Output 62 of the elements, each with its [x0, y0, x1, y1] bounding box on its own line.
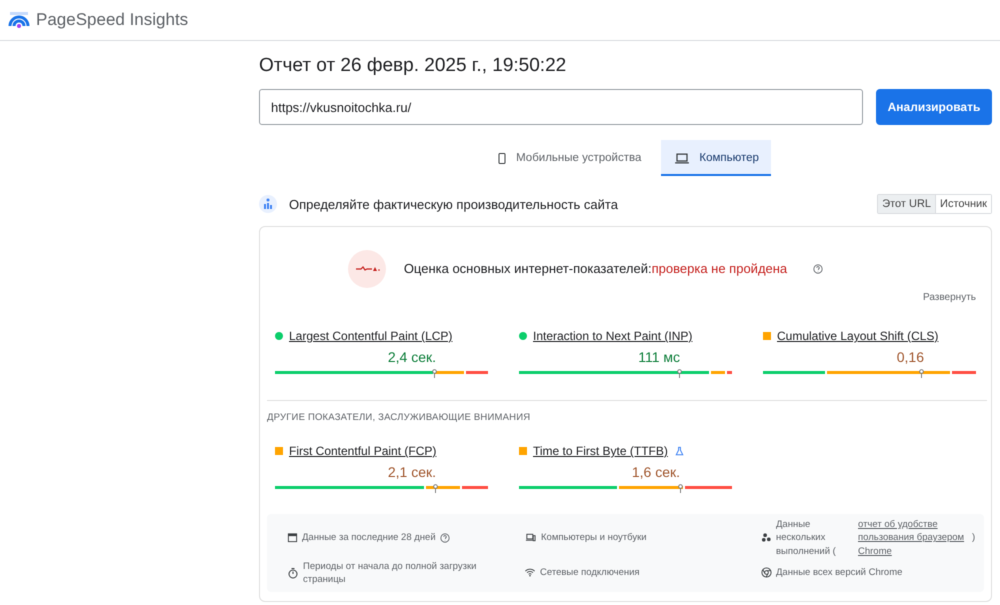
scope-toggle[interactable]: Этот URL [878, 195, 936, 213]
marker-icon [676, 369, 682, 378]
laptop-icon [673, 150, 692, 166]
average-status-icon [763, 332, 771, 340]
marker-icon [918, 369, 924, 378]
good-status-icon [275, 332, 283, 340]
metric-value: 0,16 [896, 349, 924, 365]
metric-name[interactable]: Time to First Byte (TTFB) [533, 444, 668, 458]
timer-icon [287, 566, 299, 579]
distribution-segment [462, 486, 488, 489]
info-text: Данные нескольких выполнений ( [776, 518, 837, 558]
section-title: Определяйте фактическую производительность сайта [289, 196, 619, 212]
metric-name[interactable]: Cumulative Layout Shift (CLS) [777, 329, 938, 343]
wifi-icon [524, 567, 536, 578]
good-status-icon [519, 332, 527, 340]
average-status-icon [519, 447, 527, 455]
distribution-segment [952, 371, 976, 374]
calendar-icon [287, 532, 298, 544]
distribution-segment [710, 371, 726, 374]
devices-icon [524, 532, 537, 544]
crux-link[interactable]: отчет об удобстве пользования браузером Chrome [858, 518, 966, 558]
device-tab[interactable]: Мобильные устройства [484, 140, 654, 176]
info-text: Данные за последние 28 дней [302, 531, 436, 545]
distribution-segment [763, 371, 825, 374]
flask-icon [674, 446, 685, 456]
marker-icon [432, 369, 437, 378]
closing-paren: ) [972, 531, 976, 545]
metric-name[interactable]: First Contentful Paint (FCP) [289, 444, 436, 458]
metric-value: 111 мс [638, 349, 680, 365]
metric-name[interactable]: Interaction to Next Paint (INP) [533, 329, 692, 343]
distribution-segment [684, 486, 732, 489]
distribution-segment [434, 371, 464, 374]
distribution-segment [727, 371, 732, 374]
help-icon [813, 264, 824, 274]
average-status-icon [275, 447, 283, 455]
analyze-button[interactable]: Анализировать [876, 89, 992, 125]
distribution-segment [426, 486, 460, 489]
metric-name[interactable]: Largest Contentful Paint (LCP) [289, 329, 452, 343]
expand-button[interactable]: Развернуть [922, 292, 984, 303]
info-text: Компьютеры и ноутбуки [541, 531, 647, 545]
other-metrics-heading: ДРУГИЕ ПОКАЗАТЕЛИ, ЗАСЛУЖИВАЮЩИЕ ВНИМАНИЯ [267, 412, 532, 423]
url-field[interactable]: https://vkusnoitochka.ru/ [259, 89, 863, 125]
device-tab[interactable]: Компьютер [661, 140, 771, 176]
marker-icon [432, 484, 438, 493]
report-title: Отчет от 26 февр. 2025 г., 19:50:22 [259, 55, 568, 77]
metric-value: 2,4 сек. [388, 349, 436, 365]
info-text: Сетевые подключения [540, 566, 640, 580]
help-icon [440, 532, 450, 543]
users-chart-icon [259, 195, 277, 213]
chrome-icon [761, 567, 772, 578]
info-text: Данные всех версий Chrome [776, 566, 902, 580]
distribution-segment [466, 371, 488, 374]
metric-value: 1,6 сек. [632, 464, 680, 480]
logo-icon [8, 11, 30, 29]
assessment-label: Оценка основных интернет-показателей: [404, 261, 652, 276]
distribution-segment [618, 486, 683, 489]
marker-icon [678, 484, 683, 493]
metric-value: 2,1 сек. [388, 464, 436, 480]
assessment-result: проверка не пройдена [652, 261, 788, 276]
app-title: PageSpeed Insights [36, 10, 188, 30]
dots-icon [761, 532, 772, 544]
info-text: Периоды от начала до полной загрузки страницы [303, 560, 478, 586]
